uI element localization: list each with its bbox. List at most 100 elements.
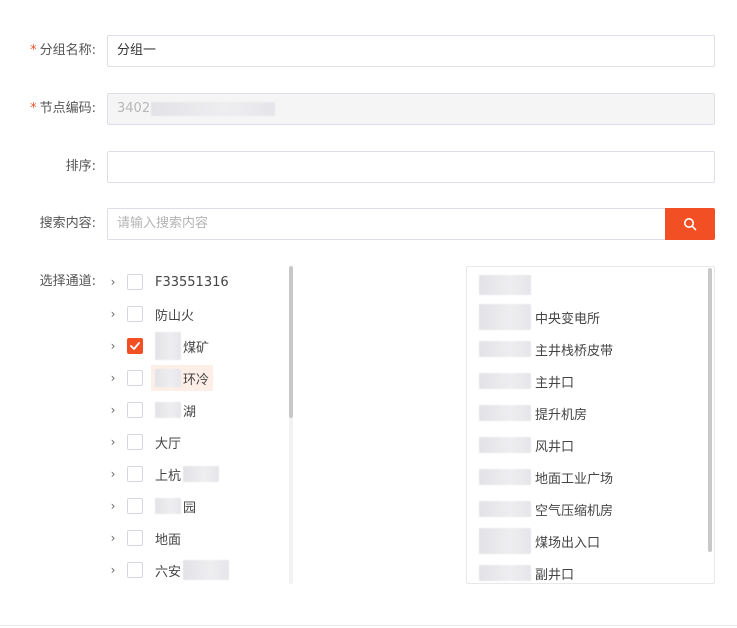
redacted-text xyxy=(183,560,230,580)
tree-node[interactable]: › 大厅 xyxy=(104,426,290,458)
chevron-right-icon[interactable]: › xyxy=(104,394,122,426)
list-item[interactable]: 煤场出入口 xyxy=(479,525,707,557)
chevron-right-icon[interactable]: › xyxy=(104,554,122,584)
list-item[interactable]: 主井栈桥皮带 xyxy=(479,333,707,365)
list-item[interactable] xyxy=(479,269,707,301)
node-code-value: 3402 xyxy=(117,101,151,116)
list-item-label: 空气压缩机房 xyxy=(535,503,614,519)
divider xyxy=(0,625,737,626)
redacted-text xyxy=(479,275,531,295)
tree-node[interactable]: › 上杭 xyxy=(104,458,290,490)
list-item[interactable]: 副井口 xyxy=(479,557,707,583)
tree-node[interactable]: › 环冷 xyxy=(104,362,290,394)
tree-node-label: 地面 xyxy=(155,532,182,548)
tree-checkbox[interactable] xyxy=(127,274,143,290)
tree-checkbox-checked[interactable] xyxy=(127,338,143,354)
tree-checkbox[interactable] xyxy=(127,466,143,482)
tree-node-label: 大厅 xyxy=(155,436,182,452)
chevron-right-icon[interactable]: › xyxy=(104,330,122,362)
tree-node[interactable]: › 地面 xyxy=(104,522,290,554)
list-item-label: 主井口 xyxy=(535,375,575,391)
tree-node[interactable]: › 湖 xyxy=(104,394,290,426)
tree-node-text: 上杭 xyxy=(155,468,182,484)
list-item-label: 中央变电所 xyxy=(535,311,601,327)
redacted-text xyxy=(479,565,531,581)
tree-scrollbar-thumb[interactable] xyxy=(289,266,293,418)
tree-node-label: 防山火 xyxy=(155,308,195,324)
tree-node[interactable]: › 六安 xyxy=(104,554,290,584)
redacted-text xyxy=(479,405,531,421)
search-button[interactable] xyxy=(665,208,715,240)
list-item[interactable]: 空气压缩机房 xyxy=(479,493,707,525)
tree-checkbox[interactable] xyxy=(127,370,143,386)
group-name-label-text: 分组名称: xyxy=(39,43,96,58)
tree-node-label-highlighted: 环冷 xyxy=(151,365,214,391)
node-code-row: * 节点编码: 3402 xyxy=(0,93,737,125)
redacted-text xyxy=(479,469,531,485)
node-code-label-text: 节点编码: xyxy=(39,101,96,116)
search-row: 搜索内容: 请输入搜索内容 xyxy=(0,208,737,240)
search-icon xyxy=(684,218,697,231)
panel-scrollbar-thumb[interactable] xyxy=(708,268,712,552)
list-item[interactable]: 提升机房 xyxy=(479,397,707,429)
chevron-right-icon[interactable]: › xyxy=(104,298,122,330)
redacted-text xyxy=(151,101,276,116)
tree-node[interactable]: › F33551316 xyxy=(104,266,290,298)
chevron-right-icon[interactable]: › xyxy=(104,458,122,490)
redacted-text xyxy=(479,341,531,357)
list-item[interactable]: 地面工业广场 xyxy=(479,461,707,493)
redacted-text xyxy=(479,373,531,389)
list-item-label: 地面工业广场 xyxy=(535,471,614,487)
tree-checkbox[interactable] xyxy=(127,498,143,514)
group-name-input[interactable]: 分组一 xyxy=(107,35,715,67)
list-item-label: 副井口 xyxy=(535,567,575,583)
chevron-right-icon[interactable]: › xyxy=(104,362,122,394)
tree-checkbox[interactable] xyxy=(127,530,143,546)
redacted-text xyxy=(155,498,181,514)
list-item[interactable]: 中央变电所 xyxy=(479,301,707,333)
list-item[interactable]: 风井口 xyxy=(479,429,707,461)
tree-checkbox[interactable] xyxy=(127,434,143,450)
chevron-right-icon[interactable]: › xyxy=(104,426,122,458)
required-mark: * xyxy=(30,101,37,116)
tree-node-text: 园 xyxy=(183,500,197,516)
tree-node-text: 湖 xyxy=(183,404,197,420)
list-item[interactable]: 主井口 xyxy=(479,365,707,397)
tree-node-label: F33551316 xyxy=(155,274,229,290)
group-name-row: * 分组名称: 分组一 xyxy=(0,35,737,67)
redacted-text xyxy=(183,466,220,482)
selected-channels-panel: 中央变电所 主井栈桥皮带 主井口 提升机房 风井口 地面工业广场 空气压缩机房 … xyxy=(466,266,715,584)
tree-node[interactable]: › 园 xyxy=(104,490,290,522)
channel-tree: › F33551316 › 防山火 › 煤矿 › 环冷 › 湖 › 大厅 › 上… xyxy=(104,266,294,584)
redacted-text xyxy=(479,437,531,453)
search-input[interactable]: 请输入搜索内容 xyxy=(107,208,666,240)
tree-node[interactable]: › 防山火 xyxy=(104,298,290,330)
required-mark: * xyxy=(30,43,37,58)
chevron-right-icon[interactable]: › xyxy=(104,522,122,554)
list-item-label: 主井栈桥皮带 xyxy=(535,343,614,359)
sort-row: 排序: xyxy=(0,151,737,183)
tree-node-label: 上杭 xyxy=(155,465,220,484)
tree-checkbox[interactable] xyxy=(127,402,143,418)
tree-node-text: 六安 xyxy=(155,564,182,580)
tree-checkbox[interactable] xyxy=(127,562,143,578)
list-item-label: 煤场出入口 xyxy=(535,535,601,551)
group-name-label: * 分组名称: xyxy=(0,35,96,67)
tree-node[interactable]: › 煤矿 xyxy=(104,330,290,362)
chevron-right-icon[interactable]: › xyxy=(104,490,122,522)
check-icon xyxy=(130,342,140,350)
tree-scrollbar[interactable] xyxy=(289,266,293,584)
panel-scrollbar[interactable] xyxy=(708,268,712,582)
redacted-text xyxy=(479,304,531,330)
redacted-text xyxy=(479,528,531,554)
redacted-text xyxy=(479,501,531,517)
node-code-input: 3402 xyxy=(107,93,715,125)
redacted-text xyxy=(155,402,181,418)
tree-checkbox[interactable] xyxy=(127,306,143,322)
tree-node-text: 煤矿 xyxy=(183,340,210,356)
sort-input[interactable] xyxy=(107,151,715,183)
chevron-right-icon[interactable]: › xyxy=(104,266,122,298)
list-item-label: 风井口 xyxy=(535,439,575,455)
redacted-text xyxy=(155,369,181,387)
tree-node-label: 园 xyxy=(155,497,196,516)
